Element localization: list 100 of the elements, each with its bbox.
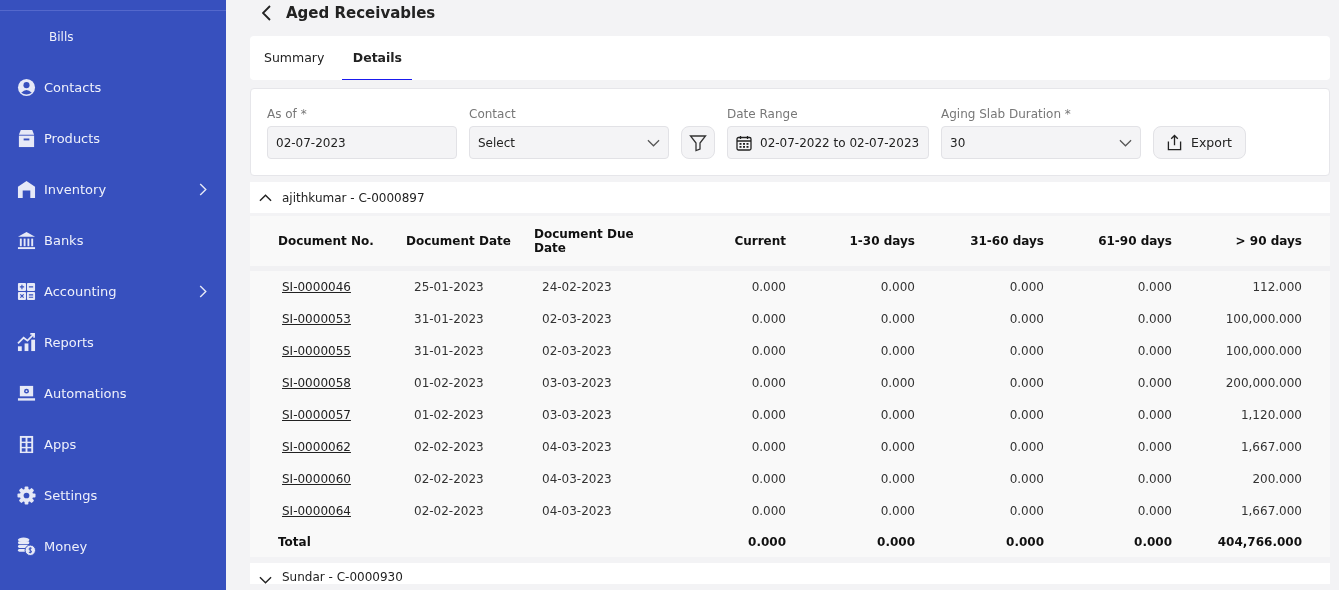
table-cell-text: 100,000.000	[1224, 344, 1302, 358]
table-cell-text: 01-02-2023	[413, 408, 485, 422]
sidebar-item[interactable]: Inventory	[0, 164, 226, 215]
table-cell-text: 200.000	[1251, 472, 1302, 486]
sidebar-label: Reports	[44, 335, 95, 350]
date-field[interactable]: 02-07-2023	[267, 126, 457, 159]
sidebar-item[interactable]: Products	[0, 113, 226, 164]
table-cell-text: 0.000	[879, 440, 915, 454]
table-cell-text: 02-02-2023	[413, 472, 485, 486]
sidebar-item[interactable]: Reports	[0, 317, 226, 368]
filter-button[interactable]	[681, 126, 715, 159]
table-cell-text: 0.000	[1008, 504, 1044, 518]
group-header[interactable]: ajithkumar - C-0000897	[250, 182, 1330, 213]
sidebar-label: Contacts	[44, 80, 103, 95]
date-range-field[interactable]: 02-07-2022 to 02-07-2023	[727, 126, 929, 159]
table-cell-text: 04-03-2023	[541, 472, 613, 486]
document-link[interactable]: SI-0000060	[278, 472, 351, 486]
sidebar-label: Accounting	[44, 284, 118, 299]
tab[interactable]: Details	[342, 36, 413, 80]
table-cell-text: 0.000	[750, 408, 786, 422]
calendar-icon	[736, 134, 752, 151]
table-cell-text: 0.000	[1136, 344, 1172, 358]
sidebar-item[interactable]: Bills	[0, 11, 226, 62]
table-cell-text: 0.000	[879, 504, 915, 518]
share-icon	[1167, 134, 1182, 151]
sidebar-label: Money	[44, 539, 89, 554]
total-cell-text: 0.000	[876, 535, 915, 549]
tab[interactable]: Summary	[256, 36, 333, 80]
sidebar-label: Banks	[44, 233, 85, 248]
back-icon[interactable]	[262, 4, 271, 21]
table-cell-text: 0.000	[1008, 472, 1044, 486]
group-header[interactable]: Sundar - C-0000930	[250, 563, 1330, 584]
chevron-down-icon	[1119, 138, 1132, 147]
document-link[interactable]: SI-0000064	[278, 504, 351, 518]
chevron-down-icon	[647, 138, 660, 147]
sidebar-item[interactable]: Automations	[0, 368, 226, 419]
chart-icon	[17, 333, 36, 352]
table-cell-text: 0.000	[750, 344, 786, 358]
sidebar-item[interactable]: Settings	[0, 470, 226, 521]
calculator-icon	[17, 282, 36, 301]
document-link[interactable]: SI-0000055	[278, 344, 351, 358]
column-header: > 90 days	[1234, 234, 1302, 248]
document-link[interactable]: SI-0000057	[278, 408, 351, 422]
total-cell-text: 0.000	[747, 535, 786, 549]
table-cell-text: 0.000	[750, 376, 786, 390]
table-cell-text: 02-02-2023	[413, 440, 485, 454]
table-cell-text: 1,667.000	[1239, 504, 1302, 518]
document-link[interactable]: SI-0000053	[278, 312, 351, 326]
document-link[interactable]: SI-0000046	[278, 280, 351, 294]
total-cell-text: 0.000	[1005, 535, 1044, 549]
sidebar-label: Apps	[44, 437, 78, 452]
aging-slab-dropdown[interactable]: 30	[941, 126, 1141, 159]
total-cell-text: 404,766.000	[1216, 535, 1302, 549]
sidebar-item[interactable]: Apps	[0, 419, 226, 470]
table-cell-text: 0.000	[1008, 280, 1044, 294]
sidebar-label: Products	[44, 131, 102, 146]
table-cell-text: 0.000	[879, 408, 915, 422]
table-cell-text: 0.000	[879, 280, 915, 294]
sidebar-item[interactable]: Contacts	[0, 62, 226, 113]
column-header: Document Date	[406, 234, 512, 248]
filter-icon	[689, 133, 707, 152]
table-cell-text: 0.000	[750, 312, 786, 326]
table-cell-text: 0.000	[1136, 280, 1172, 294]
sidebar-label: Inventory	[44, 182, 108, 197]
column-header: 31-60 days	[969, 234, 1044, 248]
sidebar-item[interactable]: Accounting	[0, 266, 226, 317]
total-cell-text: 0.000	[1133, 535, 1172, 549]
table-cell-text: 0.000	[1008, 312, 1044, 326]
coins-icon	[17, 537, 36, 556]
table-cell-text: 31-01-2023	[413, 344, 485, 358]
table-cell-text: 0.000	[1136, 312, 1172, 326]
box-icon	[17, 129, 36, 148]
table-cell-text: 02-02-2023	[413, 504, 485, 518]
sidebar-item[interactable]: Money	[0, 521, 226, 572]
column-header: 1-30 days	[848, 234, 915, 248]
export-button[interactable]: Export	[1153, 126, 1246, 159]
document-link[interactable]: SI-0000058	[278, 376, 351, 390]
sidebar-item[interactable]: Banks	[0, 215, 226, 266]
field-label: Contact	[469, 107, 517, 121]
table-cell-text: 0.000	[1136, 504, 1172, 518]
table-cell-text: 0.000	[1008, 376, 1044, 390]
table-cell-text: 0.000	[879, 312, 915, 326]
total-label: Total	[278, 535, 312, 549]
table-cell-text: 0.000	[1136, 440, 1172, 454]
group-title: ajithkumar - C-0000897	[282, 190, 425, 205]
table-cell-text: 1,667.000	[1239, 440, 1302, 454]
warehouse-icon	[17, 180, 36, 199]
column-header: Document Due Date	[534, 227, 635, 255]
group-title: Sundar - C-0000930	[282, 570, 403, 584]
table-cell-text: 0.000	[1136, 376, 1172, 390]
column-header: 61-90 days	[1097, 234, 1172, 248]
table-cell-text: 0.000	[1008, 440, 1044, 454]
table-cell-text: 0.000	[1008, 344, 1044, 358]
document-link[interactable]: SI-0000062	[278, 440, 351, 454]
contact-dropdown[interactable]: Select	[469, 126, 669, 159]
table-cell-text: 02-03-2023	[541, 312, 613, 326]
table-cell-text: 0.000	[879, 376, 915, 390]
table-cell-text: 112.000	[1251, 280, 1302, 294]
table-cell-text: 0.000	[1136, 472, 1172, 486]
table-cell-text: 0.000	[1008, 408, 1044, 422]
